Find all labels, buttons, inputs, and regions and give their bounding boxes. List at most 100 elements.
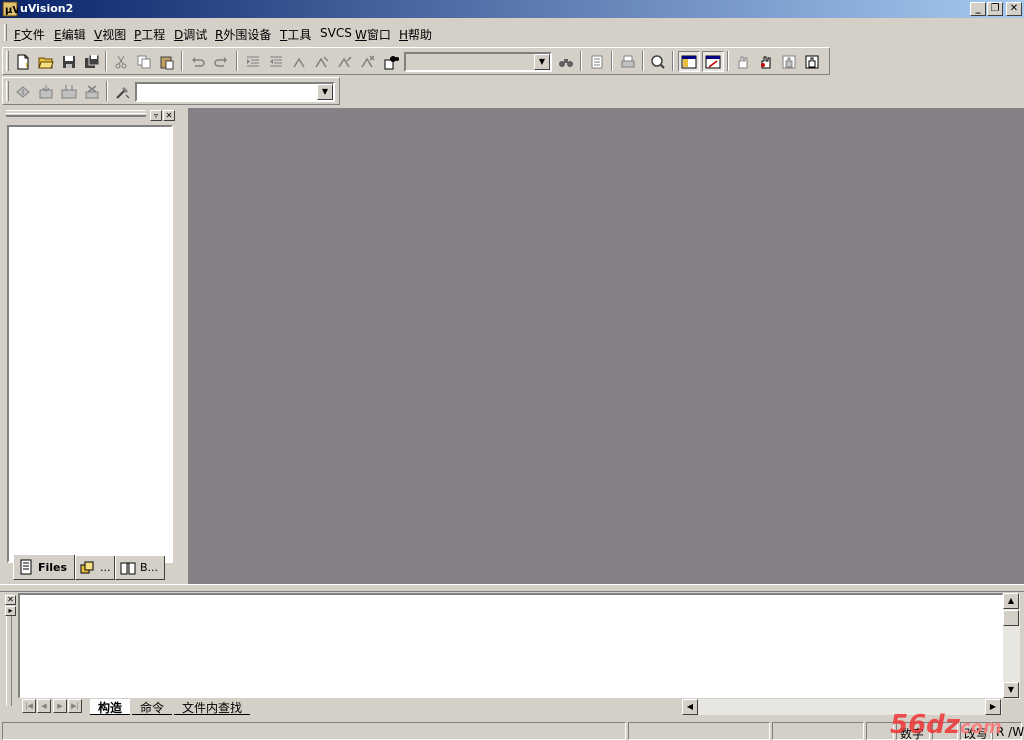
tab-last-icon[interactable]: ▶| [68, 699, 82, 713]
editor-area[interactable] [188, 108, 1024, 584]
status-bar: 数字 改写 R /W [0, 721, 1024, 740]
hand-icon[interactable] [732, 51, 754, 72]
toolbar-separator [611, 51, 613, 71]
build-toolbar: ▼ [2, 77, 340, 105]
output-close-icon[interactable]: ✕ [5, 595, 16, 605]
toolbar-separator [236, 51, 238, 71]
menu-tools[interactable]: T工具 [280, 26, 311, 43]
menu-project[interactable]: P工程 [134, 26, 165, 43]
scroll-left-icon[interactable]: ◀ [682, 699, 698, 715]
toolbar-separator [642, 51, 644, 71]
cut-icon[interactable] [110, 51, 132, 72]
status-message [2, 722, 626, 740]
bookmark-clear-icon[interactable] [357, 51, 379, 72]
tab-build[interactable]: 构造 [90, 699, 131, 715]
bookmark-icon[interactable] [288, 51, 310, 72]
target-options-icon[interactable] [112, 81, 134, 102]
toolbar-separator [672, 51, 674, 71]
output-text-area[interactable] [18, 593, 1004, 699]
tab-prev-icon[interactable]: ◀ [37, 699, 51, 713]
bookmark-next-icon[interactable] [311, 51, 333, 72]
splitter[interactable] [0, 584, 1024, 592]
main-toolbar: ▼ [2, 47, 830, 75]
unindent-icon[interactable] [265, 51, 287, 72]
output-float-icon[interactable]: ▸ [5, 606, 16, 616]
workspace-window-icon[interactable] [678, 51, 700, 72]
menu-debug[interactable]: D调试 [174, 26, 207, 43]
chevron-down-icon[interactable]: ▼ [534, 54, 550, 70]
toolbar-separator [727, 51, 729, 71]
menu-bar: F文件 E编辑 V视图 P工程 D调试 R外围设备 T工具 SVCS W窗口 H… [0, 20, 1024, 44]
target-select[interactable]: ▼ [135, 82, 335, 102]
find-combo[interactable]: ▼ [404, 52, 552, 72]
project-tree[interactable] [7, 125, 173, 563]
svg-text:μV: μV [5, 5, 18, 16]
hand-grab-icon[interactable] [801, 51, 823, 72]
zoom-icon[interactable] [647, 51, 669, 72]
toolbar-separator [580, 51, 582, 71]
menu-svcs[interactable]: SVCS [320, 26, 352, 40]
scroll-down-icon[interactable]: ▼ [1003, 682, 1019, 698]
copy-icon[interactable] [133, 51, 155, 72]
undo-icon[interactable] [187, 51, 209, 72]
output-window-icon[interactable] [702, 51, 724, 72]
menu-view[interactable]: V视图 [94, 26, 126, 43]
bookmark-prev-icon[interactable] [334, 51, 356, 72]
tab-files[interactable]: Files [13, 555, 75, 580]
toolbar-separator [105, 51, 107, 71]
tab-books[interactable]: B... [115, 556, 165, 580]
open-folder-icon[interactable] [35, 51, 57, 72]
title-bar[interactable]: μV uVision2 _ ❐ ✕ [0, 0, 1024, 18]
indent-icon[interactable] [242, 51, 264, 72]
stop-build-icon[interactable] [81, 81, 103, 102]
output-vertical-scrollbar[interactable]: ▲ ▼ [1003, 593, 1020, 699]
menu-window[interactable]: W窗口 [355, 26, 391, 43]
save-icon[interactable] [58, 51, 80, 72]
project-workspace-panel: ▿ ✕ [0, 108, 186, 584]
close-button[interactable]: ✕ [1006, 2, 1022, 16]
scroll-up-icon[interactable]: ▲ [1003, 593, 1019, 609]
tab-command[interactable]: 命令 [132, 699, 173, 715]
tab-regs[interactable]: ... [75, 556, 115, 580]
save-all-icon[interactable] [81, 51, 103, 72]
menu-edit[interactable]: E编辑 [54, 26, 86, 43]
status-pane [772, 722, 864, 740]
redo-icon[interactable] [210, 51, 232, 72]
toolbar-separator [106, 81, 108, 101]
build-icon[interactable] [35, 81, 57, 102]
chevron-down-icon[interactable]: ▼ [317, 84, 333, 100]
new-file-icon[interactable] [12, 51, 34, 72]
panel-restore-icon[interactable]: ▿ [150, 110, 162, 121]
find-in-files-icon[interactable] [380, 51, 402, 72]
regs-tab-icon [80, 561, 94, 573]
uvision-app-icon[interactable]: μV [2, 1, 20, 17]
paste-icon[interactable] [156, 51, 178, 72]
print-icon[interactable] [617, 51, 639, 72]
output-grip[interactable] [6, 616, 12, 706]
tab-find-in-files[interactable]: 文件内查找 [174, 699, 251, 715]
incremental-find-icon[interactable] [586, 51, 608, 72]
translate-icon[interactable] [12, 81, 34, 102]
panel-grip[interactable] [6, 113, 146, 117]
watermark-logo: 56dzcom [890, 710, 1002, 740]
menu-help[interactable]: H帮助 [399, 26, 432, 43]
panel-close-icon[interactable]: ✕ [163, 110, 175, 121]
scroll-thumb[interactable] [1003, 610, 1019, 626]
window-title: uVision2 [20, 2, 74, 15]
menubar-grip[interactable] [4, 24, 7, 41]
tab-next-icon[interactable]: ▶ [53, 699, 67, 713]
toolbar-separator [181, 51, 183, 71]
toolbar-grip[interactable] [6, 81, 9, 101]
build-hand-icon[interactable] [755, 51, 777, 72]
rebuild-icon[interactable] [58, 81, 80, 102]
menu-file[interactable]: F文件 [14, 26, 45, 43]
files-tab-icon [20, 559, 32, 575]
status-pane [628, 722, 770, 740]
menu-peripherals[interactable]: R外围设备 [215, 26, 271, 43]
toolbar-grip[interactable] [6, 51, 9, 71]
minimize-button[interactable]: _ [970, 2, 986, 16]
stop-hand-icon[interactable] [778, 51, 800, 72]
restore-button[interactable]: ❐ [987, 2, 1003, 16]
find-icon[interactable] [555, 51, 577, 72]
tab-first-icon[interactable]: |◀ [22, 699, 36, 713]
